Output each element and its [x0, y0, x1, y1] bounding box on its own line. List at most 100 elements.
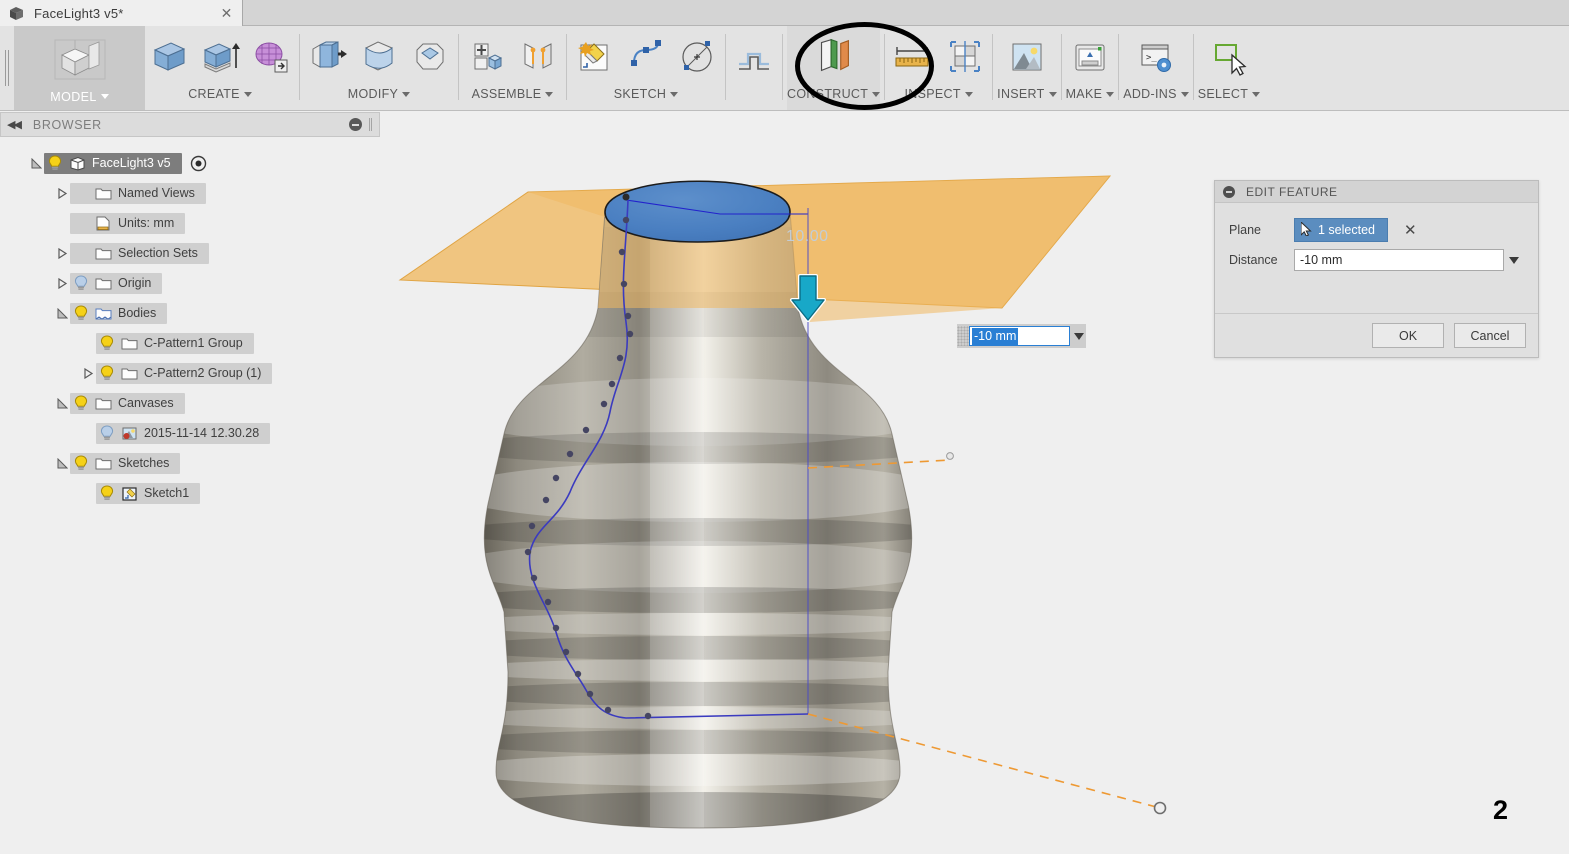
- inspect-measure-icon[interactable]: [889, 32, 937, 82]
- cancel-button[interactable]: Cancel: [1454, 323, 1526, 348]
- tree-expand-arrow[interactable]: [54, 298, 70, 328]
- tree-item-pill[interactable]: Canvases: [70, 392, 185, 414]
- tree-item-pill[interactable]: Selection Sets: [70, 242, 209, 264]
- visibility-bulb-icon[interactable]: [70, 455, 92, 471]
- inspect-section-icon[interactable]: [940, 32, 988, 82]
- tree-expand-arrow[interactable]: [54, 268, 70, 298]
- panel-modify-label[interactable]: MODIFY: [348, 87, 411, 101]
- tree-item-pill[interactable]: Origin: [70, 272, 163, 294]
- modify-press-pull-icon[interactable]: [304, 32, 352, 82]
- minimize-icon[interactable]: [1223, 185, 1235, 198]
- clear-selection-x-icon[interactable]: ✕: [1404, 221, 1417, 239]
- assemble-new-component-icon[interactable]: [463, 32, 511, 82]
- tree-item-bodies[interactable]: Bodies: [0, 298, 380, 328]
- tree-item-selection-sets[interactable]: Selection Sets: [0, 238, 380, 268]
- chevron-down-icon[interactable]: [1504, 249, 1524, 271]
- drag-grip-icon[interactable]: [957, 326, 969, 346]
- tree-item-sketch1[interactable]: Sketch1: [0, 478, 380, 508]
- ribbon-grip[interactable]: [0, 26, 14, 110]
- visibility-bulb-icon[interactable]: [44, 155, 66, 171]
- assemble-joint-icon[interactable]: [514, 32, 562, 82]
- tree-item-pill[interactable]: C-Pattern1 Group: [96, 332, 254, 354]
- tree-item-sketches[interactable]: Sketches: [0, 448, 380, 478]
- sketch-circle-icon[interactable]: [673, 32, 721, 82]
- visibility-bulb-icon[interactable]: [96, 425, 118, 441]
- tree-item-pill[interactable]: Units: mm: [70, 212, 186, 234]
- component-activate-radio-icon[interactable]: [190, 154, 208, 172]
- tree-item-pill[interactable]: Sketches: [70, 452, 181, 474]
- tree-expand-arrow[interactable]: [54, 448, 70, 478]
- fusion360-window: FaceLight3 v5* ✕ MODEL CREATE MODIFY ASS…: [0, 0, 1569, 854]
- tree-item-2015-11-14-12-30-28[interactable]: 2015-11-14 12.30.28: [0, 418, 380, 448]
- guide-point-lower[interactable]: [1153, 801, 1167, 815]
- tree-expand-arrow[interactable]: [28, 148, 44, 178]
- panel-construct-label[interactable]: CONSTRUCT: [787, 87, 881, 101]
- make-3d-print-icon[interactable]: [1066, 32, 1114, 82]
- tree-item-canvases[interactable]: Canvases: [0, 388, 380, 418]
- tree-expand-arrow[interactable]: [80, 358, 96, 388]
- tree-item-c-pattern1-group[interactable]: C-Pattern1 Group: [0, 328, 380, 358]
- panel-select-label[interactable]: SELECT: [1198, 87, 1261, 101]
- plane-selection-chip[interactable]: 1 selected: [1294, 218, 1388, 242]
- tree-item-facelight3-v5[interactable]: FaceLight3 v5: [0, 148, 380, 178]
- tree-item-units-mm[interactable]: Units: mm: [0, 208, 380, 238]
- divider: [1192, 34, 1194, 100]
- selected-plane-face[interactable]: [604, 180, 791, 243]
- dimension-text[interactable]: 10.00: [786, 228, 829, 246]
- panel-assemble-label[interactable]: ASSEMBLE: [472, 87, 554, 101]
- chevron-down-icon[interactable]: [1072, 332, 1086, 340]
- visibility-bulb-icon[interactable]: [70, 305, 92, 321]
- visibility-bulb-icon[interactable]: [70, 395, 92, 411]
- tree-item-c-pattern2-group-1[interactable]: C-Pattern2 Group (1): [0, 358, 380, 388]
- tree-item-pill[interactable]: Sketch1: [96, 482, 201, 504]
- canvas-image-icon: [118, 426, 140, 441]
- tree-item-pill[interactable]: 2015-11-14 12.30.28: [96, 422, 271, 444]
- workspace-switcher[interactable]: MODEL: [14, 26, 145, 110]
- sketch-spline-icon[interactable]: [622, 32, 670, 82]
- minimize-icon[interactable]: [349, 118, 362, 131]
- svg-text:>_: >_: [1146, 53, 1157, 63]
- add-ins-script-icon[interactable]: >_: [1132, 32, 1180, 82]
- tree-item-pill[interactable]: Bodies: [70, 302, 168, 324]
- close-icon[interactable]: ✕: [219, 5, 234, 21]
- tree-item-pill[interactable]: FaceLight3 v5: [44, 152, 182, 174]
- ok-button[interactable]: OK: [1372, 323, 1444, 348]
- insert-canvas-image-icon[interactable]: [1003, 32, 1051, 82]
- modify-chamfer-icon[interactable]: [406, 32, 454, 82]
- inline-distance-input[interactable]: -10 mm: [957, 324, 1086, 348]
- create-box-icon[interactable]: [145, 32, 193, 82]
- construct-plane-icon[interactable]: [810, 32, 858, 82]
- distance-input[interactable]: -10 mm: [1294, 249, 1504, 271]
- tree-expand-arrow[interactable]: [54, 388, 70, 418]
- dialog-header[interactable]: EDIT FEATURE: [1215, 181, 1538, 203]
- panel-resize-grip[interactable]: [369, 118, 373, 131]
- visibility-bulb-icon[interactable]: [70, 275, 92, 291]
- modify-fillet-icon[interactable]: [355, 32, 403, 82]
- tree-item-pill[interactable]: C-Pattern2 Group (1): [96, 362, 273, 384]
- select-window-cursor-icon[interactable]: [1205, 32, 1253, 82]
- sketch-offset-profile-icon[interactable]: [730, 32, 778, 82]
- inline-distance-field[interactable]: -10 mm: [969, 326, 1070, 346]
- sketch-create-icon[interactable]: [571, 32, 619, 82]
- panel-sketch-label[interactable]: SKETCH: [614, 87, 679, 101]
- panel-make-label[interactable]: MAKE: [1066, 87, 1115, 101]
- panel-inspect-label[interactable]: INSPECT: [905, 87, 973, 101]
- tree-item-pill[interactable]: Named Views: [70, 182, 206, 204]
- dialog-body: Plane 1 selected ✕ Distance -10 mm: [1215, 203, 1538, 275]
- collapse-left-icon[interactable]: ◀◀: [7, 118, 22, 131]
- visibility-bulb-icon[interactable]: [96, 485, 118, 501]
- create-extrude-icon[interactable]: [196, 32, 244, 82]
- document-tab[interactable]: FaceLight3 v5* ✕: [0, 0, 243, 26]
- panel-create-label[interactable]: CREATE: [188, 87, 252, 101]
- visibility-bulb-icon[interactable]: [96, 335, 118, 351]
- create-form-icon[interactable]: [247, 32, 295, 82]
- tree-item-origin[interactable]: Origin: [0, 268, 380, 298]
- panel-addins-label[interactable]: ADD-INS: [1123, 87, 1189, 101]
- tree-item-named-views[interactable]: Named Views: [0, 178, 380, 208]
- visibility-bulb-icon[interactable]: [96, 365, 118, 381]
- panel-insert-label[interactable]: INSERT: [997, 87, 1057, 101]
- folder-icon: [92, 246, 114, 261]
- tree-expand-arrow[interactable]: [54, 178, 70, 208]
- tree-item-label: C-Pattern2 Group (1): [144, 366, 262, 380]
- tree-expand-arrow[interactable]: [54, 238, 70, 268]
